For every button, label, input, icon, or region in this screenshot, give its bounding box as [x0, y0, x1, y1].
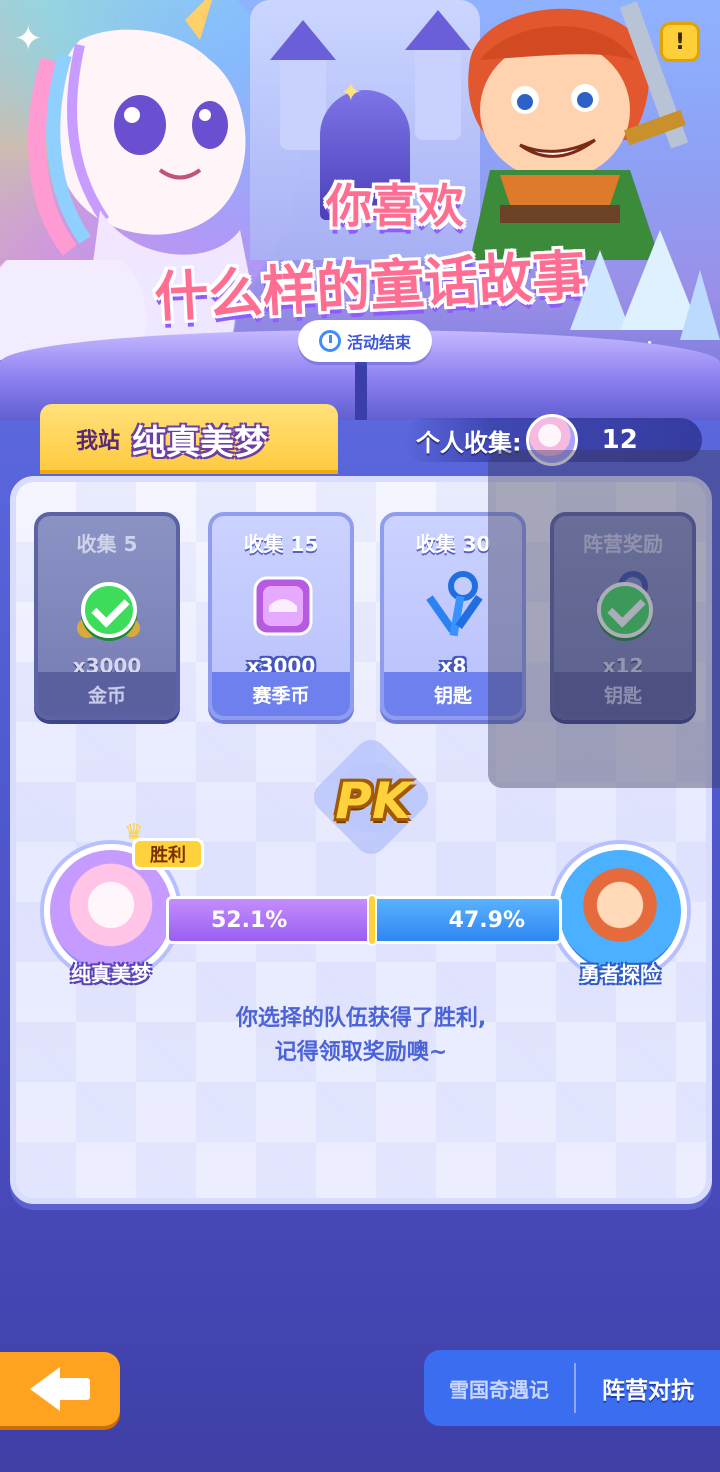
sparkle-icon: ✦	[14, 19, 43, 59]
reward-card-collect-15[interactable]: 收集 15 x3000 赛季币	[208, 512, 354, 720]
keys-icon	[426, 571, 483, 637]
vote-share-bar: 52.1% 47.9%	[166, 896, 562, 944]
storybook-spine	[355, 360, 367, 420]
banner-title-line1: 你喜欢	[326, 179, 464, 233]
vote-share-right: 47.9%	[372, 899, 559, 941]
my-team-name: 纯真美梦	[132, 422, 269, 463]
event-status-label: 活动结束	[346, 333, 411, 352]
dim-overlay	[488, 450, 720, 788]
season-coin-icon	[253, 576, 313, 636]
result-message-line1: 你选择的队伍获得了胜利,	[235, 1006, 487, 1031]
stopwatch-icon	[318, 330, 341, 352]
reward-title: 收集 15	[243, 532, 319, 556]
vote-share-left-percent: 52.1%	[211, 907, 288, 933]
back-arrow-icon	[30, 1367, 60, 1411]
reward-title: 收集 5	[76, 532, 138, 556]
back-button[interactable]	[0, 1352, 120, 1426]
reward-item-name: 赛季币	[212, 672, 350, 716]
bottom-tab-bar: 雪国奇遇记 阵营对抗	[424, 1350, 720, 1426]
sparkle-icon: ✦	[340, 78, 362, 108]
team-name-left: 纯真美梦	[71, 962, 151, 986]
back-arrow-shaft	[56, 1378, 90, 1400]
event-status-pill: 活动结束	[298, 320, 432, 362]
pk-label: PK	[335, 772, 411, 830]
banner-title: 你喜欢 什么样的童话故事	[0, 170, 720, 329]
result-message-line2: 记得领取奖励噢~	[274, 1040, 448, 1065]
alert-icon[interactable]: !	[660, 22, 700, 62]
claimed-check-icon	[81, 582, 137, 638]
reward-item-name: 金币	[38, 672, 176, 716]
tab-snow-kingdom[interactable]: 雪国奇遇记	[424, 1363, 576, 1413]
tab-camp-battle[interactable]: 阵营对抗	[576, 1350, 720, 1426]
banner-title-line2: 什么样的童话故事	[152, 243, 588, 330]
team-name-right: 勇者探险	[580, 962, 660, 986]
vote-share-left: 52.1%	[169, 899, 373, 941]
my-team-tab: 我站 纯真美梦	[40, 404, 338, 474]
event-banner: ✦ ✦ ❄ 你喜欢 什么样的童话故事 活动结束 !	[0, 0, 720, 420]
vote-share-divider	[367, 894, 378, 946]
my-team-prefix: 我站	[76, 429, 121, 454]
result-message: 你选择的队伍获得了胜利, 记得领取奖励噢~	[16, 1002, 706, 1070]
victory-tag: 胜利	[132, 838, 204, 870]
reward-card-collect-5[interactable]: 收集 5 x3000 金币	[34, 512, 180, 720]
vote-share-right-percent: 47.9%	[448, 907, 525, 933]
